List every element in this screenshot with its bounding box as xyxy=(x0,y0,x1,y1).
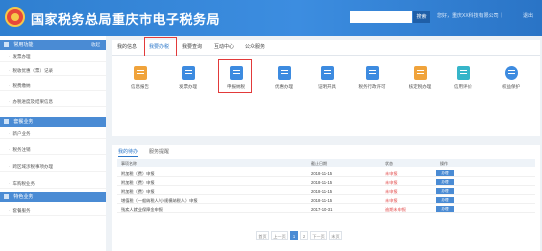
sidebar-section-package[interactable]: 套餐业务 xyxy=(0,117,106,127)
row-status: 未申报 xyxy=(385,170,398,176)
table-row: 附加税（费）申报 2018-11-15 未申报 办理 xyxy=(117,169,535,177)
row-status: 未申报 xyxy=(385,197,398,203)
tax-emblem-logo xyxy=(5,7,25,27)
document-icon-button[interactable]: 信息报告 xyxy=(122,66,158,90)
function-panel: 信息报告 发票办理 申报纳税 优惠办理 证明开具 税务行政许可 核定税办理 信用… xyxy=(112,56,540,136)
handle-button[interactable]: 办理 xyxy=(436,206,454,212)
handle-button[interactable]: 办理 xyxy=(436,179,454,185)
sidebar-section-title: 常用功能 xyxy=(13,42,34,48)
handle-button[interactable]: 办理 xyxy=(436,188,454,194)
logout-link[interactable]: 退出 xyxy=(523,12,533,19)
row-status: 未申报 xyxy=(385,188,398,194)
search-button[interactable]: 搜索 xyxy=(413,11,430,23)
page-number-current[interactable]: 1 xyxy=(290,231,298,240)
sidebar-item[interactable]: 新户业务 xyxy=(0,129,106,139)
prev-page-button[interactable]: 上一页 xyxy=(271,231,288,240)
handle-button[interactable]: 办理 xyxy=(436,170,454,176)
protect-icon-button[interactable]: 权益保护 xyxy=(493,66,529,90)
approve-icon xyxy=(413,66,427,80)
row-name: 附加税（费）申报 xyxy=(121,179,155,185)
tab-service-reminder[interactable]: 服务提醒 xyxy=(149,148,169,155)
table-row: 增值税（一般纳税人/小规模纳税人）申报 2018-11-15 未申报 办理 xyxy=(117,196,535,204)
function-label: 信用评价 xyxy=(454,84,472,89)
first-page-button[interactable]: 首页 xyxy=(256,231,269,240)
sidebar-item[interactable]: 税费缴纳 xyxy=(0,81,106,91)
sidebar-item[interactable]: 办税进度及结果信息 xyxy=(0,97,106,107)
collapse-toggle[interactable]: 收起 xyxy=(91,40,100,50)
handle-button[interactable]: 办理 xyxy=(436,197,454,203)
sidebar-item[interactable]: 税务注销 xyxy=(0,145,106,155)
permit-icon-button[interactable]: 税务行政许可 xyxy=(354,66,390,90)
row-date: 2018-11-15 xyxy=(311,170,333,176)
column-header: 状态 xyxy=(385,160,393,166)
site-title: 国家税务总局重庆市电子税务局 xyxy=(31,12,221,27)
column-header: 事项名称 xyxy=(121,160,137,166)
function-label: 信息报告 xyxy=(131,84,149,89)
tab-interaction[interactable]: 互动中心 xyxy=(214,43,234,50)
row-name: 附加税（费）申报 xyxy=(121,170,155,176)
function-label: 证明开具 xyxy=(318,84,336,89)
row-name: 残疾人就业保障金申报 xyxy=(121,206,163,212)
discount-icon-button[interactable]: 优惠办理 xyxy=(266,66,302,90)
invoice-icon-button[interactable]: 发票办理 xyxy=(170,66,206,90)
sidebar-section-common[interactable]: 常用功能 收起 xyxy=(0,40,106,50)
special-icon xyxy=(4,193,9,199)
row-date: 2018-11-15 xyxy=(311,197,333,203)
column-header: 截止日期 xyxy=(311,160,327,166)
certificate-icon xyxy=(320,66,334,80)
table-row: 附加税（费）申报 2018-11-15 未申报 办理 xyxy=(117,187,535,195)
row-status: 未申报 xyxy=(385,179,398,185)
function-label: 发票办理 xyxy=(179,84,197,89)
table-row: 附加税（费）申报 2018-11-15 未申报 办理 xyxy=(117,178,535,186)
row-status: 逾期未申报 xyxy=(385,206,406,212)
sidebar-section-title: 套餐业务 xyxy=(13,119,34,125)
tab-my-info[interactable]: 我的信息 xyxy=(117,43,137,50)
sidebar-item[interactable]: 车购税业务 xyxy=(0,179,106,189)
page-number[interactable]: 2 xyxy=(300,231,308,240)
column-header: 操作 xyxy=(440,160,448,166)
highlight-box-tab xyxy=(144,37,177,57)
highlight-box-icon xyxy=(218,59,252,93)
table-header: 事项名称 截止日期 状态 操作 xyxy=(117,159,535,167)
credit-icon xyxy=(456,66,470,80)
sidebar-item[interactable]: 税收优惠（票）记录 xyxy=(0,66,106,76)
sidebar: 常用功能 收起 发票办理 税收优惠（票）记录 税费缴纳 办税进度及结果信息 套餐… xyxy=(0,36,106,251)
row-date: 2018-11-15 xyxy=(311,179,333,185)
certificate-icon-button[interactable]: 证明开具 xyxy=(309,66,345,90)
row-date: 2018-11-15 xyxy=(311,188,333,194)
tab-public-service[interactable]: 公众服务 xyxy=(245,43,265,50)
protect-icon xyxy=(504,66,518,80)
package-icon xyxy=(4,118,9,124)
document-icon xyxy=(133,66,147,80)
row-name: 附加税（费）申报 xyxy=(121,188,155,194)
tab-my-todo[interactable]: 我的待办 xyxy=(118,148,139,157)
function-label: 税务行政许可 xyxy=(358,84,386,89)
permit-icon xyxy=(365,66,379,80)
table-row: 残疾人就业保障金申报 2017-10-31 逾期未申报 办理 xyxy=(117,205,535,213)
sidebar-item[interactable]: 跨区域涉税事项办理 xyxy=(0,162,106,172)
credit-icon-button[interactable]: 信用评价 xyxy=(445,66,481,90)
sidebar-section-title: 特色业务 xyxy=(13,194,34,200)
approve-icon-button[interactable]: 核定税办理 xyxy=(402,66,438,90)
last-page-button[interactable]: 末页 xyxy=(329,231,342,240)
sidebar-item[interactable]: 发票办理 xyxy=(0,52,106,62)
function-label: 优惠办理 xyxy=(275,84,293,89)
sidebar-section-special[interactable]: 特色业务 xyxy=(0,192,106,202)
site-header: 国家税务总局重庆市电子税务局 搜索 您好，重庆XX科技有限公司｜ 退出 xyxy=(0,0,542,36)
function-label: 权益保护 xyxy=(502,84,520,89)
star-icon xyxy=(4,41,9,47)
row-name: 增值税（一般纳税人/小规模纳税人）申报 xyxy=(121,197,198,203)
user-info: 您好，重庆XX科技有限公司｜ xyxy=(437,13,504,19)
search-input[interactable] xyxy=(350,11,412,23)
discount-icon xyxy=(277,66,291,80)
tab-query[interactable]: 我要查询 xyxy=(182,43,202,50)
invoice-icon xyxy=(181,66,195,80)
next-page-button[interactable]: 下一页 xyxy=(310,231,327,240)
sidebar-item[interactable]: 套餐服务 xyxy=(0,206,106,216)
row-date: 2017-10-31 xyxy=(311,206,333,212)
function-label: 核定税办理 xyxy=(408,84,432,89)
